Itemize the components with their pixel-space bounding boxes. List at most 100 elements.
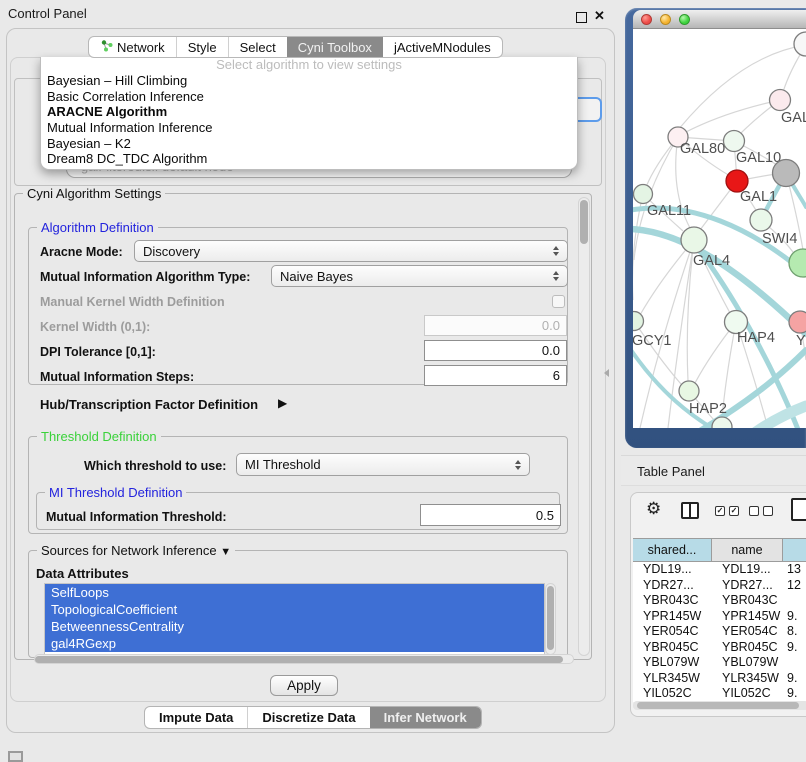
table-row[interactable]: YBR043CYBR043C [633, 593, 806, 609]
network-node-hap2[interactable] [679, 381, 699, 401]
tab-infer-network[interactable]: Infer Network [370, 707, 481, 728]
tab-select[interactable]: Select [228, 37, 287, 57]
table-row[interactable]: YER054CYER054C8. [633, 624, 806, 640]
table-cell: YBL079W [712, 655, 783, 671]
table-cell: YLR345W [712, 671, 783, 687]
network-node-gal10[interactable] [724, 131, 745, 152]
table-hscrollbar[interactable] [633, 701, 806, 710]
minimize-traffic-light-icon[interactable] [660, 14, 671, 25]
network-edge[interactable] [634, 321, 681, 384]
algorithm-dropdown-popup: Select algorithm to view settingsBayesia… [40, 57, 578, 170]
network-node-swi4[interactable] [750, 209, 772, 231]
data-attribute-item[interactable]: gal4RGexp [45, 635, 544, 652]
tab-label: jActiveMNodules [394, 40, 491, 55]
table-cell: YIL052C [633, 686, 712, 702]
network-node[interactable] [789, 249, 806, 277]
network-node-gal11[interactable] [634, 185, 653, 204]
algorithm-definition-title: Algorithm Definition [37, 220, 158, 235]
table-row[interactable]: YBL079WYBL079W [633, 655, 806, 671]
zoom-traffic-light-icon[interactable] [679, 14, 690, 25]
select-all-checkboxes-icon[interactable]: ✓✓ [715, 506, 739, 516]
dpi-tolerance-field[interactable]: 0.0 [424, 340, 567, 361]
split-columns-icon[interactable] [681, 502, 699, 519]
network-node-gal4[interactable] [681, 227, 707, 253]
collapse-down-icon[interactable]: ▼ [220, 546, 231, 558]
deselect-all-checkboxes-icon[interactable] [749, 506, 773, 516]
tab-cyni-toolbox[interactable]: Cyni Toolbox [287, 37, 383, 57]
node-label: Y [796, 333, 806, 349]
aracne-mode-label: Aracne Mode: [40, 245, 123, 259]
mi-type-combo[interactable]: Naive Bayes [271, 265, 568, 287]
network-node[interactable] [773, 160, 800, 187]
table-header-row: shared...name [633, 538, 806, 562]
table-row[interactable]: YLR345WYLR345W9. [633, 671, 806, 687]
column-header-shared...[interactable]: shared... [633, 538, 712, 562]
data-attribute-item[interactable]: TopologicalCoefficient [45, 601, 544, 618]
settings-hscrollbar-thumb[interactable] [35, 656, 563, 663]
minimized-panel-icon[interactable] [8, 751, 23, 762]
mi-steps-field[interactable]: 6 [424, 365, 567, 386]
tab-style[interactable]: Style [176, 37, 228, 57]
table-hscrollbar-thumb[interactable] [637, 702, 799, 709]
expand-right-icon[interactable]: ▶ [278, 396, 287, 410]
table-cell: 12 [783, 578, 806, 594]
column-header-partial[interactable] [783, 538, 806, 562]
which-threshold-label: Which threshold to use: [84, 459, 226, 473]
settings-hscrollbar[interactable] [34, 654, 574, 664]
data-attribute-item[interactable]: BetweennessCentrality [45, 618, 544, 635]
table-cell [783, 593, 806, 609]
tab-label: Cyni Toolbox [298, 40, 372, 55]
settings-scrollbar-thumb[interactable] [580, 200, 588, 244]
algorithm-option[interactable]: Bayesian – K2 [41, 136, 577, 152]
algorithm-option[interactable]: Mutual Information Inference [41, 120, 577, 136]
tab-jactivemnodules[interactable]: jActiveMNodules [383, 37, 502, 57]
tab-discretize-data[interactable]: Discretize Data [247, 707, 369, 728]
mi-type-value: Naive Bayes [280, 269, 353, 284]
network-window-titlebar[interactable] [633, 10, 806, 29]
node-table-panel: ⚙ ✓✓ shared...nameYDL19...YDL19...13YDR2… [630, 492, 806, 717]
float-panel-icon[interactable] [576, 12, 587, 23]
manual-kernel-checkbox[interactable] [552, 295, 565, 308]
mi-threshold-field[interactable]: 0.5 [420, 504, 561, 526]
data-attributes-list[interactable]: SelfLoopsTopologicalCoefficientBetweenne… [44, 583, 545, 655]
node-label: GAL10 [736, 150, 781, 166]
network-canvas[interactable]: GALGAL80GAL10GAL1GAL11SWI4GAL4HAP4YGCY1H… [633, 29, 806, 428]
table-cell: YER054C [712, 624, 783, 640]
table-row[interactable]: YBR045CYBR045C9. [633, 640, 806, 656]
network-edge[interactable] [640, 240, 694, 315]
document-icon[interactable] [791, 498, 806, 521]
algorithm-option[interactable]: ARACNE Algorithm [41, 104, 577, 120]
node-label: GAL [781, 110, 806, 126]
table-cell [783, 655, 806, 671]
gear-icon[interactable]: ⚙ [646, 500, 661, 517]
data-attribute-item[interactable]: SelfLoops [45, 584, 544, 601]
network-node-gal[interactable] [770, 90, 791, 111]
table-cell: YBR045C [712, 640, 783, 656]
attributes-list-scrollbar[interactable] [545, 583, 556, 655]
network-node-gcy1[interactable] [633, 312, 644, 331]
algorithm-option[interactable]: Dream8 DC_TDC Algorithm [41, 151, 577, 167]
tab-network[interactable]: Network [89, 37, 176, 57]
tab-impute-data[interactable]: Impute Data [145, 707, 247, 728]
settings-scrollbar[interactable] [578, 197, 590, 656]
network-node[interactable] [794, 32, 806, 56]
aracne-mode-combo[interactable]: Discovery [134, 240, 568, 262]
which-threshold-combo[interactable]: MI Threshold [236, 453, 530, 476]
close-traffic-light-icon[interactable] [641, 14, 652, 25]
kernel-width-field[interactable]: 0.0 [424, 315, 567, 336]
algorithm-option[interactable]: Basic Correlation Inference [41, 89, 577, 105]
which-threshold-value: MI Threshold [245, 457, 321, 472]
table-row[interactable]: YIL052CYIL052C9. [633, 686, 806, 702]
apply-button[interactable]: Apply [270, 675, 338, 696]
network-node-y[interactable] [789, 311, 806, 333]
close-icon[interactable]: ✕ [594, 8, 605, 24]
table-row[interactable]: YDR27...YDR27...12 [633, 578, 806, 594]
threshold-definition-title: Threshold Definition [37, 429, 161, 444]
algorithm-option[interactable]: Bayesian – Hill Climbing [41, 73, 577, 89]
column-header-name[interactable]: name [712, 538, 783, 562]
table-row[interactable]: YDL19...YDL19...13 [633, 562, 806, 578]
table-cell: YLR345W [633, 671, 712, 687]
splitter-collapse-icon[interactable] [604, 369, 609, 377]
table-row[interactable]: YPR145WYPR145W9. [633, 609, 806, 625]
attributes-scrollbar-thumb[interactable] [547, 586, 554, 650]
